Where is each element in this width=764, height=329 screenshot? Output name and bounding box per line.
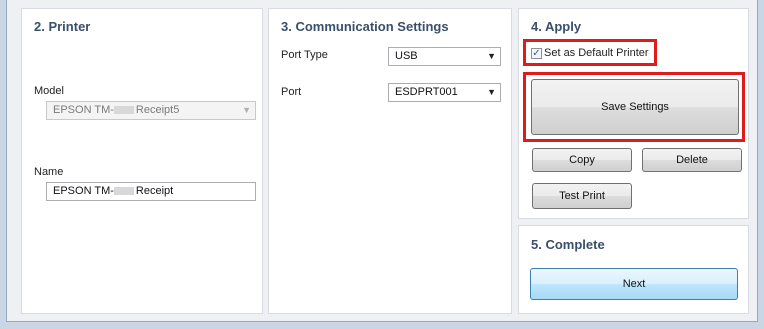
complete-panel: 5. Complete Next xyxy=(518,225,749,314)
redacted-text xyxy=(113,186,134,195)
default-printer-checkbox[interactable]: ✓ xyxy=(531,48,542,59)
next-button[interactable]: Next xyxy=(530,268,738,300)
port-label: Port xyxy=(281,86,302,98)
port-value: ESDPRT001 xyxy=(395,86,458,98)
complete-heading: 5. Complete xyxy=(531,237,605,252)
model-label: Model xyxy=(34,85,64,97)
settings-window: 2. Printer Model EPSON TM- Receipt5 ▼ Nam… xyxy=(6,0,758,322)
delete-button[interactable]: Delete xyxy=(642,148,742,172)
chevron-down-icon: ▼ xyxy=(487,87,496,97)
model-value-suffix: Receipt5 xyxy=(135,104,180,116)
chevron-down-icon: ▼ xyxy=(487,51,496,61)
apply-panel: 4. Apply ✓ Set as Default Printer Save S… xyxy=(518,8,749,219)
checkmark-icon: ✓ xyxy=(532,48,541,59)
copy-button[interactable]: Copy xyxy=(532,148,632,172)
communication-panel: 3. Communication Settings Port Type USB … xyxy=(268,8,512,314)
port-dropdown[interactable]: ESDPRT001 ▼ xyxy=(388,83,501,102)
save-settings-button[interactable]: Save Settings xyxy=(531,79,739,135)
model-value-prefix: EPSON TM- xyxy=(53,104,114,116)
port-type-label: Port Type xyxy=(281,49,328,61)
port-type-dropdown[interactable]: USB ▼ xyxy=(388,47,501,66)
model-dropdown: EPSON TM- Receipt5 ▼ xyxy=(46,101,256,120)
default-printer-label[interactable]: Set as Default Printer xyxy=(544,47,649,59)
apply-heading: 4. Apply xyxy=(531,19,582,34)
name-input[interactable]: EPSON TM- Receipt xyxy=(46,182,256,201)
communication-heading: 3. Communication Settings xyxy=(281,19,449,34)
test-print-button[interactable]: Test Print xyxy=(532,183,632,209)
chevron-down-icon: ▼ xyxy=(242,105,251,115)
name-value-suffix: Receipt xyxy=(135,185,174,197)
printer-panel: 2. Printer Model EPSON TM- Receipt5 ▼ Nam… xyxy=(21,8,263,314)
name-value-prefix: EPSON TM- xyxy=(53,185,114,197)
printer-heading: 2. Printer xyxy=(34,19,91,34)
name-label: Name xyxy=(34,166,64,178)
port-type-value: USB xyxy=(395,50,418,62)
redacted-text xyxy=(113,105,134,114)
